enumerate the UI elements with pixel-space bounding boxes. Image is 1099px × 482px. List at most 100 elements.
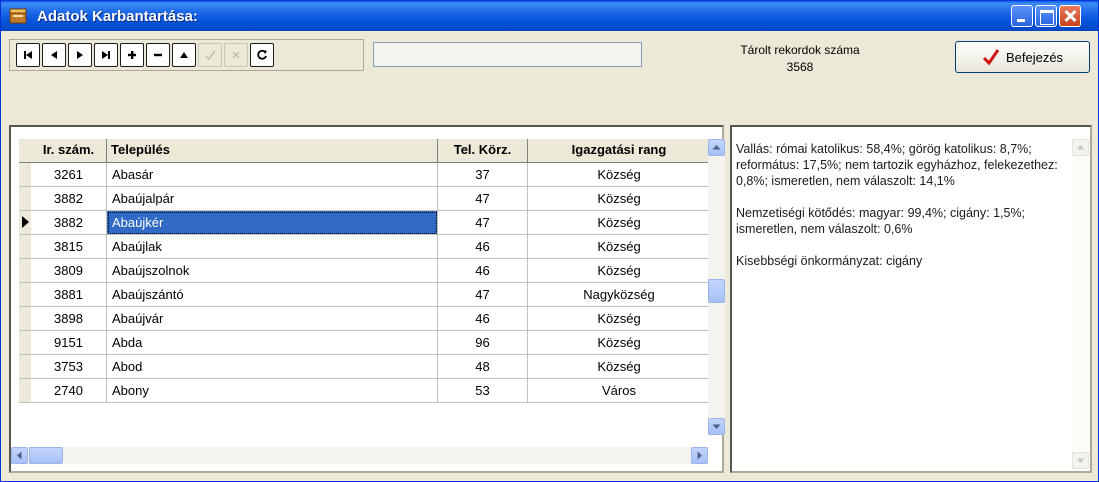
cancel-x-icon xyxy=(232,51,240,59)
scroll-left-icon[interactable] xyxy=(11,447,28,464)
edit-record-button[interactable] xyxy=(172,43,196,67)
zip-cell[interactable]: 3882 xyxy=(31,211,107,235)
scroll-right-icon[interactable] xyxy=(691,447,708,464)
area-code-cell[interactable]: 47 xyxy=(438,211,528,235)
settlement-cell[interactable]: Abod xyxy=(107,355,438,379)
zip-cell[interactable]: 3809 xyxy=(31,259,107,283)
delete-record-button[interactable] xyxy=(146,43,170,67)
refresh-icon xyxy=(257,49,267,60)
navigator-hint-field[interactable] xyxy=(373,42,642,67)
zip-cell[interactable]: 2740 xyxy=(31,379,107,403)
admin-rank-cell[interactable]: Község xyxy=(528,163,711,187)
settlement-cell[interactable]: Abaújszolnok xyxy=(107,259,438,283)
area-code-cell[interactable]: 96 xyxy=(438,331,528,355)
zip-cell[interactable]: 3261 xyxy=(31,163,107,187)
minus-icon xyxy=(154,53,162,57)
admin-rank-cell[interactable]: Község xyxy=(528,331,711,355)
admin-rank-cell[interactable]: Község xyxy=(528,187,711,211)
app-icon xyxy=(9,8,27,24)
table-row[interactable]: 3882 Abaújkér 47 Község xyxy=(31,211,711,235)
admin-rank-cell[interactable]: Község xyxy=(528,259,711,283)
prior-icon xyxy=(51,51,57,59)
memo-scroll-up-icon[interactable] xyxy=(1072,139,1089,156)
admin-rank-cell[interactable]: Község xyxy=(528,355,711,379)
table-row[interactable]: 3882 Abaújalpár 47 Község xyxy=(31,187,711,211)
details-memo[interactable]: Vallás: római katolikus: 58,4%; görög ka… xyxy=(730,125,1092,473)
finish-label: Befejezés xyxy=(1005,49,1064,65)
header-admin-rank[interactable]: Igazgatási rang xyxy=(528,139,711,163)
settlement-cell[interactable]: Abaújkér xyxy=(107,211,438,235)
first-icon xyxy=(24,51,32,59)
header-settlement[interactable]: Település xyxy=(107,139,438,163)
settlement-cell[interactable]: Abaújlak xyxy=(107,235,438,259)
table-row[interactable]: 3881 Abaújszántó 47 Nagyközség xyxy=(31,283,711,307)
post-record-button[interactable] xyxy=(198,43,222,67)
zip-cell[interactable]: 3881 xyxy=(31,283,107,307)
insert-record-button[interactable] xyxy=(120,43,144,67)
scroll-up-icon[interactable] xyxy=(708,139,725,156)
table-row[interactable]: 3815 Abaújlak 46 Község xyxy=(31,235,711,259)
minimize-button[interactable] xyxy=(1011,5,1033,27)
memo-vertical-scrollbar[interactable] xyxy=(1072,139,1089,469)
table-row[interactable]: 3898 Abaújvár 46 Község xyxy=(31,307,711,331)
record-count-label: Tárolt rekordok száma xyxy=(740,43,860,57)
edit-up-icon xyxy=(180,52,188,58)
finish-button[interactable]: Befejezés xyxy=(955,41,1090,73)
admin-rank-cell[interactable]: Nagyközség xyxy=(528,283,711,307)
ethnicity-paragraph: Nemzetiségi kötődés: magyar: 99,4%; cigá… xyxy=(736,206,1026,236)
admin-rank-cell[interactable]: Község xyxy=(528,211,711,235)
zip-cell[interactable]: 3882 xyxy=(31,187,107,211)
grid-horizontal-scrollbar[interactable] xyxy=(11,447,708,464)
table-row[interactable]: 3261 Abasár 37 Község xyxy=(31,163,711,187)
data-grid[interactable]: Ir. szám. Település Tel. Körz. Igazgatás… xyxy=(9,125,725,473)
title-bar[interactable]: Adatok Karbantartása: xyxy=(1,1,1098,31)
zip-cell[interactable]: 3815 xyxy=(31,235,107,259)
zip-cell[interactable]: 9151 xyxy=(31,331,107,355)
vertical-scroll-thumb[interactable] xyxy=(708,279,725,303)
area-code-cell[interactable]: 47 xyxy=(438,283,528,307)
next-record-button[interactable] xyxy=(68,43,92,67)
settlement-cell[interactable]: Abasár xyxy=(107,163,438,187)
minority-paragraph: Kisebbségi önkormányzat: cigány xyxy=(736,254,923,268)
area-code-cell[interactable]: 37 xyxy=(438,163,528,187)
area-code-cell[interactable]: 46 xyxy=(438,259,528,283)
table-row[interactable]: 3753 Abod 48 Község xyxy=(31,355,711,379)
settlement-cell[interactable]: Abaújalpár xyxy=(107,187,438,211)
first-record-button[interactable] xyxy=(16,43,40,67)
horizontal-scroll-thumb[interactable] xyxy=(29,447,63,464)
last-icon xyxy=(102,51,110,59)
area-code-cell[interactable]: 47 xyxy=(438,187,528,211)
prior-record-button[interactable] xyxy=(42,43,66,67)
cancel-edit-button[interactable] xyxy=(224,43,248,67)
memo-scroll-down-icon[interactable] xyxy=(1072,452,1089,469)
area-code-cell[interactable]: 46 xyxy=(438,307,528,331)
grid-body: 3261 Abasár 37 Község 3882 Abaújalpár 47 Község… xyxy=(31,163,711,403)
area-code-cell[interactable]: 46 xyxy=(438,235,528,259)
admin-rank-cell[interactable]: Község xyxy=(528,307,711,331)
refresh-button[interactable] xyxy=(250,43,274,67)
area-code-cell[interactable]: 48 xyxy=(438,355,528,379)
admin-rank-cell[interactable]: Város xyxy=(528,379,711,403)
zip-cell[interactable]: 3898 xyxy=(31,307,107,331)
record-count-value: 3568 xyxy=(786,60,814,74)
settlement-cell[interactable]: Abony xyxy=(107,379,438,403)
details-text: Vallás: római katolikus: 58,4%; görög ka… xyxy=(736,141,1072,285)
table-row[interactable]: 2740 Abony 53 Város xyxy=(31,379,711,403)
header-area-code[interactable]: Tel. Körz. xyxy=(438,139,528,163)
main-window: Adatok Karbantartása: Tárolt rekordok sz… xyxy=(0,0,1099,482)
settlement-cell[interactable]: Abda xyxy=(107,331,438,355)
admin-rank-cell[interactable]: Község xyxy=(528,235,711,259)
next-icon xyxy=(77,51,83,59)
maximize-button[interactable] xyxy=(1035,5,1057,27)
table-row[interactable]: 3809 Abaújszolnok 46 Község xyxy=(31,259,711,283)
header-zip[interactable]: Ir. szám. xyxy=(31,139,107,163)
table-row[interactable]: 9151 Abda 96 Község xyxy=(31,331,711,355)
close-button[interactable] xyxy=(1059,5,1081,27)
settlement-cell[interactable]: Abaújvár xyxy=(107,307,438,331)
zip-cell[interactable]: 3753 xyxy=(31,355,107,379)
area-code-cell[interactable]: 53 xyxy=(438,379,528,403)
grid-vertical-scrollbar[interactable] xyxy=(708,139,725,435)
scroll-down-icon[interactable] xyxy=(708,418,725,435)
settlement-cell[interactable]: Abaújszántó xyxy=(107,283,438,307)
last-record-button[interactable] xyxy=(94,43,118,67)
